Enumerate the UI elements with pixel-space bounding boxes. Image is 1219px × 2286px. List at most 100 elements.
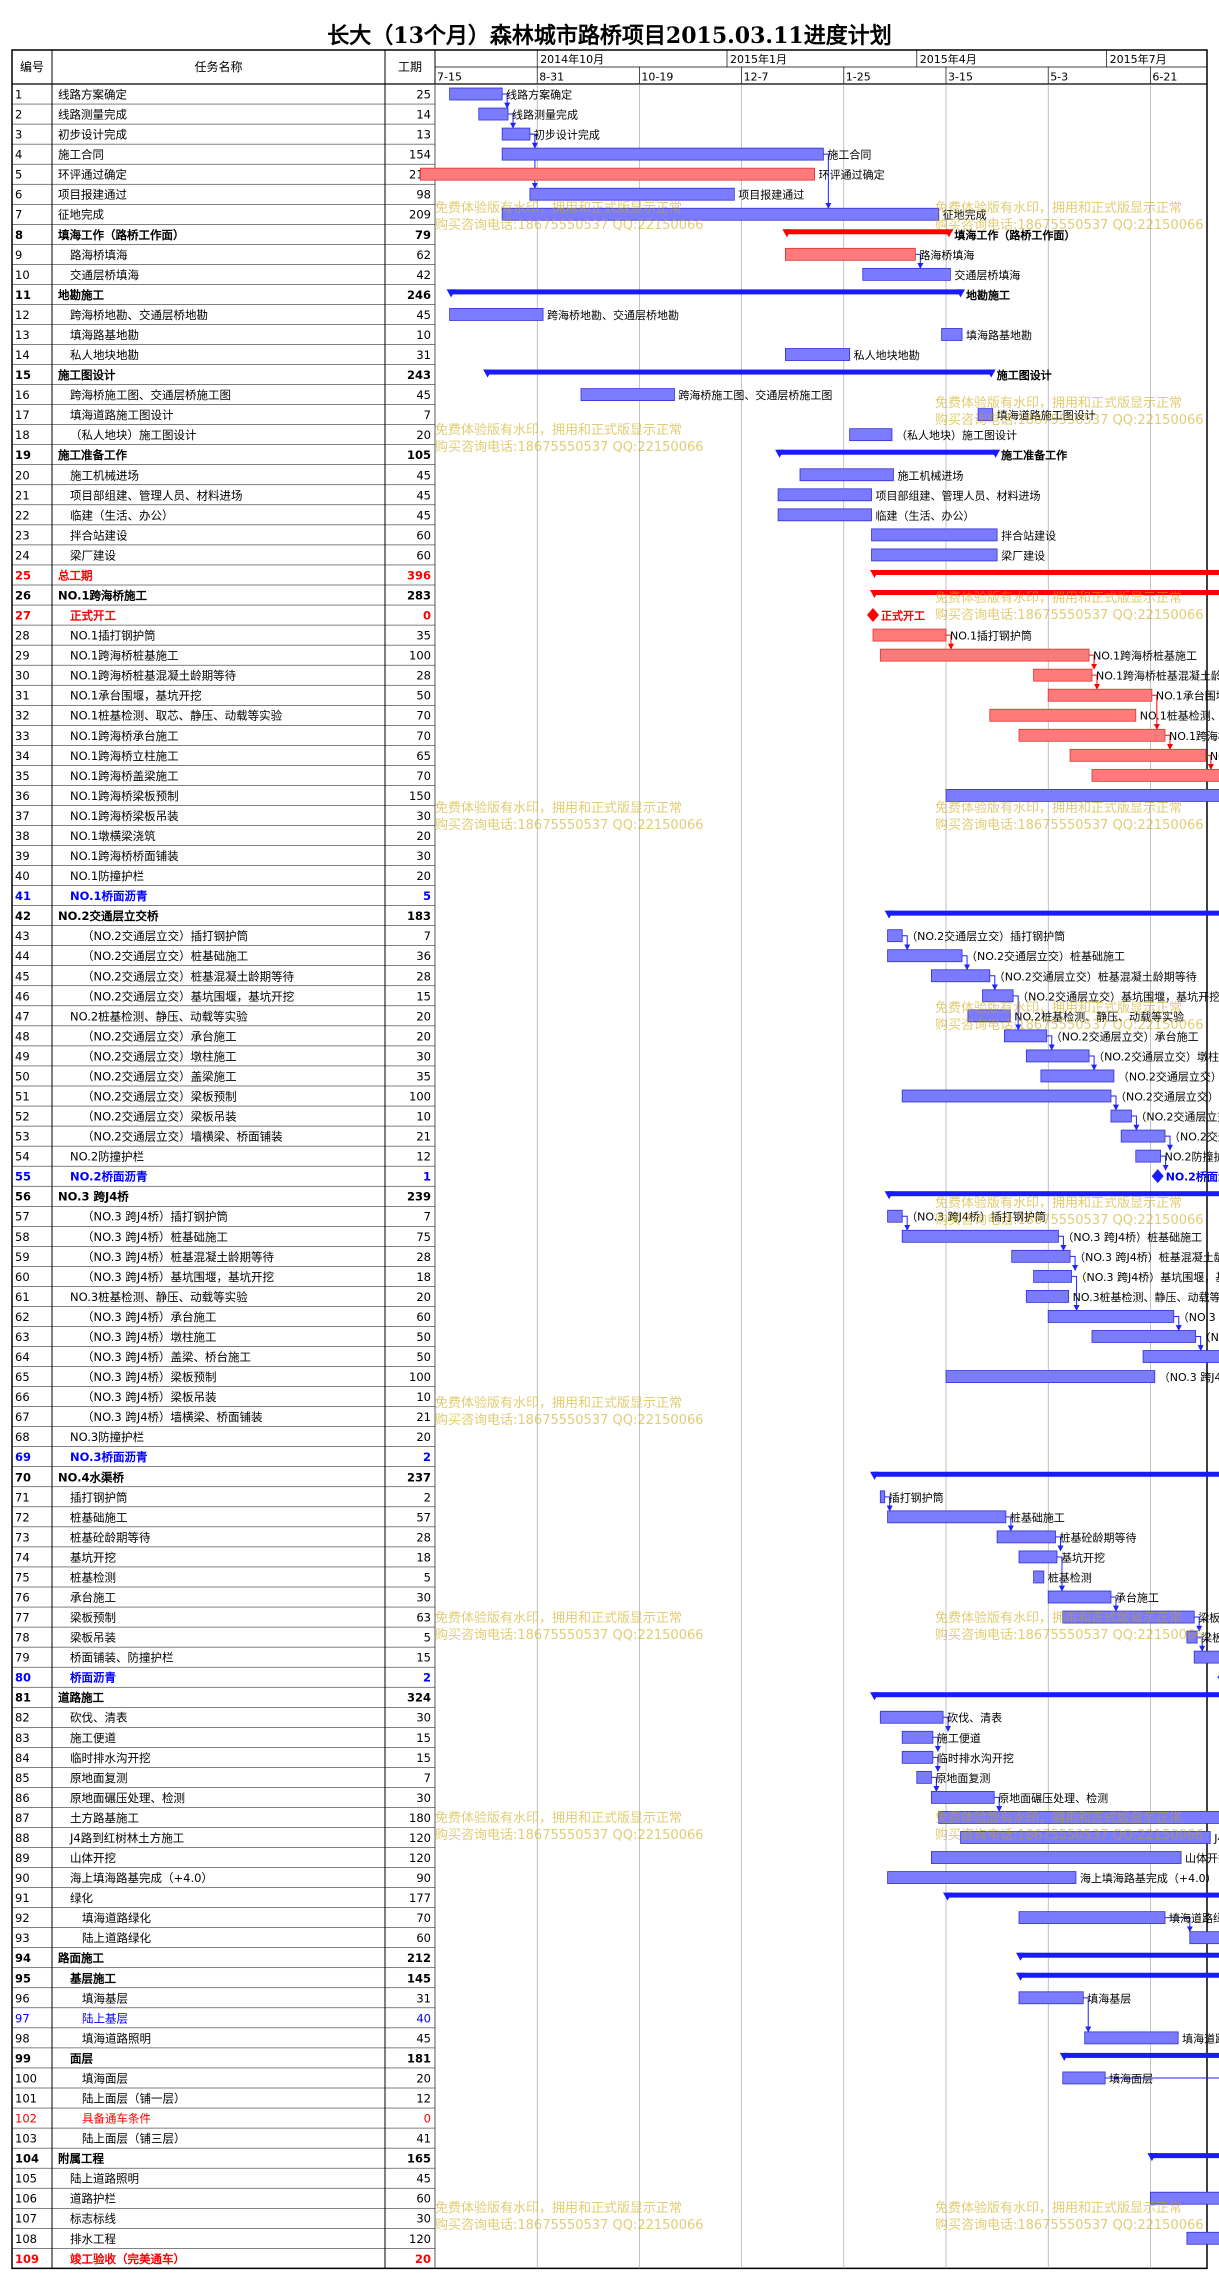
task-duration: 45 bbox=[416, 2031, 431, 2045]
task-id: 51 bbox=[15, 1090, 30, 1104]
bar-label: 插打钢护筒 bbox=[889, 1490, 944, 1504]
task-name: 项目报建通过 bbox=[58, 188, 127, 202]
week-label: 10-19 bbox=[641, 71, 673, 84]
task-id: 37 bbox=[15, 809, 30, 823]
bar-label: NO.3桩基检测、静压、动载等实验 bbox=[1073, 1290, 1219, 1304]
watermark-8: 免费体验版有水印，拥用和正式版显示正常 购买咨询电话:18675550537 QQ… bbox=[935, 1001, 1204, 1033]
bar-label: 临建（生活、办公） bbox=[876, 508, 975, 522]
task-duration: 15 bbox=[416, 1751, 431, 1765]
task-bar bbox=[887, 949, 963, 963]
task-id: 98 bbox=[15, 2031, 30, 2045]
task-bar bbox=[1025, 1290, 1070, 1303]
task-duration: 0 bbox=[423, 609, 431, 623]
task-name: （NO.2交通层立交）桩基础施工 bbox=[82, 949, 248, 963]
task-duration: 120 bbox=[409, 1831, 431, 1845]
task-duration: 15 bbox=[416, 989, 431, 1003]
task-bar bbox=[785, 348, 851, 361]
task-name: 私人地块地勘 bbox=[70, 348, 139, 362]
task-name: （NO.2交通层立交）梁板预制 bbox=[82, 1090, 237, 1104]
task-duration: 30 bbox=[416, 1591, 431, 1605]
task-name: 山体开挖 bbox=[70, 1851, 116, 1865]
task-duration: 7 bbox=[424, 1771, 431, 1785]
task-name: NO.1跨海桥桩基混凝土龄期等待 bbox=[70, 669, 237, 683]
bar-label: 承台施工 bbox=[1115, 1591, 1159, 1605]
task-id: 11 bbox=[15, 288, 31, 302]
task-name: 桩基检测 bbox=[70, 1570, 116, 1584]
month-label: 2015年4月 bbox=[920, 52, 977, 66]
watermark-15: 免费体验版有水印，拥用和正式版显示正常 购买咨询电话:18675550537 QQ… bbox=[435, 2201, 704, 2233]
task-id: 30 bbox=[15, 669, 30, 683]
task-id: 58 bbox=[15, 1230, 30, 1244]
task-duration: 20 bbox=[416, 1290, 431, 1304]
task-id: 17 bbox=[15, 408, 30, 422]
task-name: （私人地块）施工图设计 bbox=[70, 428, 197, 442]
task-id: 24 bbox=[15, 548, 30, 562]
task-duration: 79 bbox=[415, 228, 431, 242]
summary-bar bbox=[946, 1892, 1219, 1898]
watermark-6: 免费体验版有水印，拥用和正式版显示正常 购买咨询电话:18675550537 QQ… bbox=[435, 801, 704, 833]
task-name: 施工图设计 bbox=[58, 368, 116, 382]
task-id: 92 bbox=[15, 1911, 30, 1925]
bar-label: 初步设计完成 bbox=[534, 128, 600, 142]
task-name: 陆上面层（铺三层） bbox=[82, 2132, 186, 2146]
task-duration: 7 bbox=[424, 1210, 431, 1224]
bar-label: 原地面复测 bbox=[935, 1771, 990, 1785]
task-name: （NO.3 跨J4桥）承台施工 bbox=[82, 1310, 217, 1324]
bar-label: 正式开工 bbox=[881, 609, 925, 623]
month-label: 2015年7月 bbox=[1110, 52, 1167, 66]
task-id: 5 bbox=[15, 168, 22, 182]
task-id: 19 bbox=[15, 448, 31, 462]
bar-label: 施工机械进场 bbox=[897, 468, 963, 482]
task-id: 80 bbox=[15, 1671, 31, 1685]
task-duration: 165 bbox=[407, 2152, 431, 2166]
task-id: 40 bbox=[15, 869, 30, 883]
task-name: （NO.2交通层立交）墙横梁、桥面铺装 bbox=[82, 1130, 283, 1144]
bar-label: （NO.2交通层立交）梁板吊装 bbox=[1135, 1110, 1219, 1124]
task-duration: 20 bbox=[416, 428, 431, 442]
bar-label: 临时排水沟开挖 bbox=[937, 1751, 1014, 1765]
task-name: 陆上道路绿化 bbox=[82, 1931, 151, 1945]
task-duration: 20 bbox=[416, 1029, 431, 1043]
task-id: 103 bbox=[15, 2132, 37, 2146]
task-id: 36 bbox=[15, 789, 30, 803]
task-name: 施工便道 bbox=[70, 1731, 116, 1745]
task-name: NO.1防撞护栏 bbox=[70, 869, 144, 883]
task-duration: 35 bbox=[416, 629, 431, 643]
task-bar bbox=[1189, 1931, 1219, 1945]
task-id: 105 bbox=[15, 2172, 37, 2186]
task-name: 排水工程 bbox=[70, 2232, 116, 2246]
bar-label: （NO.2交通层立交）桩基混凝土龄期等待 bbox=[994, 969, 1197, 983]
task-duration: 50 bbox=[416, 1350, 431, 1364]
task-bar bbox=[1047, 1310, 1175, 1323]
task-bar bbox=[931, 1851, 1182, 1864]
bar-label: 填海道路绿化 bbox=[1169, 1911, 1219, 1925]
task-id: 65 bbox=[15, 1370, 30, 1384]
bar-label: 砍伐、清表 bbox=[947, 1711, 1002, 1725]
task-name: 竣工验收（完美通车） bbox=[70, 2252, 185, 2266]
task-bar bbox=[945, 1370, 1156, 1383]
task-name: NO.1跨海桥承台施工 bbox=[70, 729, 179, 743]
task-duration: 20 bbox=[416, 1009, 431, 1023]
bar-label: 跨海桥地勘、交通层桥地勘 bbox=[547, 308, 679, 322]
task-bar bbox=[1069, 748, 1207, 762]
task-id: 85 bbox=[15, 1771, 30, 1785]
task-duration: 30 bbox=[416, 2212, 431, 2226]
task-duration: 45 bbox=[416, 488, 431, 502]
task-name: 填海工作（路桥工作面） bbox=[58, 228, 185, 242]
bar-label: （NO.3 跨J4桥）桩基础施工 bbox=[1062, 1230, 1202, 1244]
table-grid bbox=[11, 49, 1208, 2270]
task-duration: 28 bbox=[416, 969, 431, 983]
task-bar bbox=[449, 87, 503, 101]
bar-label: 线路测量完成 bbox=[512, 108, 578, 122]
task-name: 面层 bbox=[70, 2051, 93, 2065]
task-name: 梁厂建设 bbox=[70, 548, 116, 562]
task-id: 28 bbox=[15, 629, 30, 643]
task-id: 102 bbox=[15, 2112, 37, 2126]
task-bar bbox=[862, 267, 951, 281]
bar-label: （NO.2交通层立交）墙横梁、桥面铺装 bbox=[1169, 1130, 1219, 1144]
task-id: 71 bbox=[15, 1490, 30, 1504]
task-name: 线路测量完成 bbox=[58, 108, 127, 122]
month-label: 2014年10月 bbox=[540, 52, 604, 66]
task-id: 79 bbox=[15, 1651, 30, 1665]
task-id: 45 bbox=[15, 969, 30, 983]
